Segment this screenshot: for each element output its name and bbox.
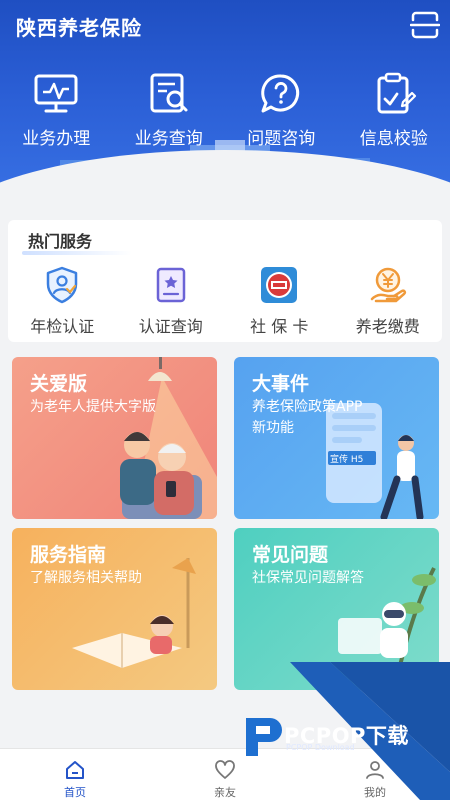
shield-person-icon: [47, 266, 78, 304]
promo-badge: 宣传 H5: [330, 453, 363, 465]
quick-action-label: 信息校验: [359, 129, 428, 149]
hot-services-list: 年检认证 认证查询 社 保 卡 养老缴费: [8, 265, 442, 337]
card-title: 大事件: [252, 373, 310, 395]
quick-action-label: 问题咨询: [247, 129, 316, 149]
app-title: 陕西养老保险: [16, 16, 142, 40]
section-title: 热门服务: [28, 232, 93, 251]
hot-service-label: 社 保 卡: [250, 317, 309, 336]
hot-service-label: 年检认证: [30, 317, 95, 336]
hot-service-pension-payment[interactable]: 养老缴费: [334, 265, 443, 337]
card-subtitle: 养老保险政策APP新功能: [252, 399, 363, 436]
quick-action-info-verify[interactable]: 信息校验: [338, 72, 450, 149]
quick-action-business-handling[interactable]: 业务办理: [0, 72, 113, 149]
major-events-card[interactable]: 宣传 H5 大事件 养老保险政策APP新功能: [234, 357, 439, 519]
heart-icon: [215, 760, 235, 779]
clipboard-check-icon: [377, 72, 416, 114]
quick-action-business-query[interactable]: 业务查询: [113, 72, 226, 149]
quick-action-label: 业务办理: [22, 129, 91, 149]
quick-action-consultation[interactable]: 问题咨询: [225, 72, 338, 149]
hot-service-certification-query[interactable]: 认证查询: [117, 265, 226, 337]
tab-home[interactable]: 首页: [0, 749, 150, 800]
hot-services-card: 热门服务 年检认证 认证查询 社 保 卡 养老缴费: [8, 220, 442, 342]
certificate-star-icon: [156, 267, 185, 303]
quick-action-label: 业务查询: [134, 129, 203, 149]
card-title: 关爱版: [30, 373, 88, 395]
card-subtitle: 了解服务相关帮助: [30, 570, 142, 586]
monitor-chart-icon: [34, 74, 78, 113]
home-icon: [66, 761, 84, 779]
tab-label: 首页: [64, 786, 86, 799]
card-title: 常见问题: [252, 544, 329, 566]
quick-actions: 业务办理 业务查询 问题咨询 信息校验: [0, 72, 450, 149]
hot-service-social-security-card[interactable]: 社 保 卡: [225, 265, 334, 337]
service-guide-card[interactable]: 服务指南 了解服务相关帮助: [12, 528, 217, 690]
scan-icon[interactable]: [410, 10, 440, 40]
card-subtitle: 为老年人提供大字版: [30, 399, 156, 415]
hot-service-label: 养老缴费: [355, 317, 420, 336]
watermark-subtitle: PCPOP Download: [286, 743, 355, 752]
card-title: 服务指南: [30, 544, 107, 566]
yuan-hand-icon: [370, 267, 406, 303]
hot-service-annual-certification[interactable]: 年检认证: [8, 265, 117, 337]
social-security-card-icon: [261, 267, 298, 303]
card-subtitle: 社保常见问题解答: [252, 570, 364, 586]
question-bubble-icon: [261, 74, 300, 113]
header-banner: 陕西养老保险 业务办理 业务查询 问题咨询 信息校验: [0, 0, 450, 215]
care-edition-card[interactable]: 关爱版 为老年人提供大字版: [12, 357, 217, 519]
tab-label: 亲友: [214, 786, 236, 799]
document-search-icon: [150, 73, 188, 113]
hot-service-label: 认证查询: [138, 317, 203, 336]
